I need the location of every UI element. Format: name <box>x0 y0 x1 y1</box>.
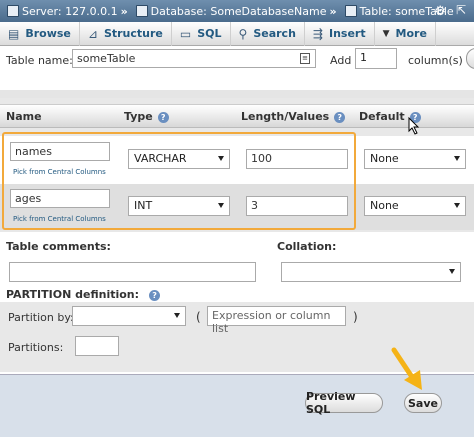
panel-top <box>0 90 474 98</box>
header-length-label: Length/Values <box>241 110 330 123</box>
breadcrumb-database[interactable]: Database: SomeDatabaseName <box>151 5 327 18</box>
highlight-box <box>2 132 356 230</box>
collation-label: Collation: <box>277 240 337 253</box>
header-length: Length/Values? <box>241 110 346 123</box>
partition-expression-input[interactable]: Expression or column list <box>207 306 346 335</box>
sql-icon: ▭ <box>179 26 192 41</box>
tab-bar: ▤ Browse ⊿ Structure ▭ SQL ⚲ Search ⇶ In… <box>0 21 474 46</box>
column-default-select[interactable]: None <box>364 196 466 216</box>
columns-suffix-label: column(s) <box>408 54 463 67</box>
partition-by-label: Partition by: <box>8 311 74 324</box>
add-columns-input[interactable]: 1 <box>355 48 397 69</box>
breadcrumb: Server: 127.0.0.1 » Database: SomeDataba… <box>0 0 474 22</box>
chevron-down-icon <box>449 269 455 274</box>
partition-by-select[interactable] <box>72 306 186 326</box>
tab-browse[interactable]: ▤ Browse <box>0 21 80 46</box>
table-icon <box>344 5 357 17</box>
help-icon[interactable]: ? <box>334 111 346 123</box>
database-icon <box>135 5 148 17</box>
tab-more[interactable]: ▼ More <box>375 21 436 46</box>
tab-insert[interactable]: ⇶ Insert <box>305 21 375 46</box>
server-icon <box>7 5 19 17</box>
breadcrumb-server[interactable]: Server: 127.0.0.1 <box>22 5 118 18</box>
help-icon[interactable]: ? <box>157 111 169 123</box>
insert-icon: ⇶ <box>312 26 323 41</box>
header-default-label: Default <box>359 110 405 123</box>
partitions-label: Partitions: <box>8 341 64 354</box>
save-button[interactable]: Save <box>404 393 442 413</box>
tab-label: Browse <box>25 27 71 40</box>
collation-select[interactable] <box>281 262 461 282</box>
chevron-down-icon <box>454 203 460 208</box>
tab-label: SQL <box>197 27 222 40</box>
breadcrumb-separator: » <box>329 4 337 18</box>
tab-label: More <box>395 27 427 40</box>
go-button[interactable] <box>466 48 474 69</box>
select-value: None <box>370 152 399 165</box>
chevron-down-icon: ▼ <box>382 28 390 39</box>
collapse-arrow-icon[interactable]: ⇱ <box>456 3 466 17</box>
table-comments-label: Table comments: <box>6 240 111 253</box>
tab-sql[interactable]: ▭ SQL <box>172 21 231 46</box>
breadcrumb-separator: » <box>120 4 128 18</box>
tab-search[interactable]: ⚲ Search <box>231 21 305 46</box>
tab-structure[interactable]: ⊿ Structure <box>80 21 172 46</box>
pointer-arrow-icon <box>391 347 422 390</box>
select-value: None <box>370 199 399 212</box>
chevron-down-icon <box>454 156 460 161</box>
table-name-label: Table name: <box>6 54 73 67</box>
structure-icon: ⊿ <box>87 26 98 41</box>
input-list-icon: ≡ <box>300 53 310 64</box>
column-default-select[interactable]: None <box>364 149 466 169</box>
header-type: Type? <box>124 110 169 123</box>
gear-icon[interactable]: ⚙ <box>434 4 446 19</box>
mouse-cursor-icon <box>408 117 420 135</box>
chevron-down-icon <box>174 313 180 318</box>
browse-icon: ▤ <box>8 26 20 41</box>
tab-label: Insert <box>328 27 366 40</box>
add-label: Add <box>330 54 352 67</box>
help-icon[interactable]: ? <box>149 289 161 301</box>
header-name: Name <box>6 110 42 123</box>
partition-definition-label: PARTITION definition:? <box>6 288 161 301</box>
partition-definition-text: PARTITION definition: <box>6 288 140 301</box>
header-type-label: Type <box>124 110 153 123</box>
open-paren: ( <box>196 310 201 324</box>
table-comments-input[interactable] <box>9 262 256 282</box>
close-paren: ) <box>353 310 358 324</box>
partitions-input[interactable] <box>75 336 119 356</box>
tab-label: Structure <box>103 27 163 40</box>
preview-sql-button[interactable]: Preview SQL <box>305 390 383 416</box>
table-name-input[interactable]: someTable <box>72 49 316 68</box>
search-icon: ⚲ <box>238 26 248 41</box>
tab-label: Search <box>253 27 296 40</box>
